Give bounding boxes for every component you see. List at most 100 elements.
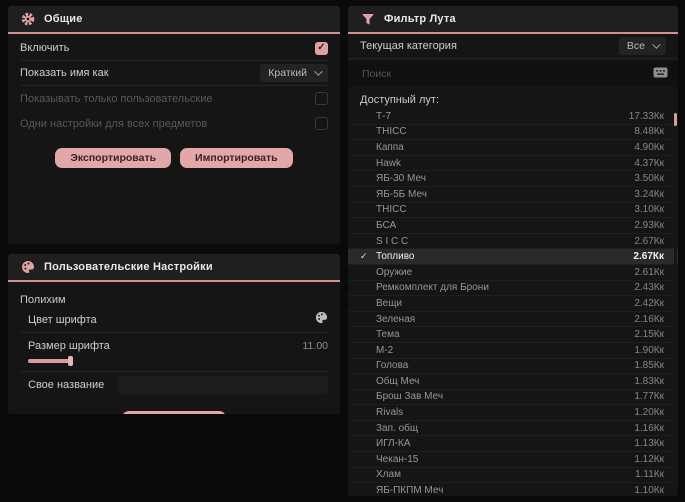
loot-row[interactable]: S I C C 2.67Кк [348, 234, 678, 250]
loot-list: Т-7 17.33Кк THICC 8.48Кк Каппа 4.90Кк Ha… [348, 109, 678, 496]
loot-row[interactable]: Тема 2.15Кк [348, 327, 678, 343]
loot-item-name: Топливо [376, 251, 415, 263]
loot-row[interactable]: Hawk 4.37Кк [348, 156, 678, 172]
loot-row[interactable]: БСА 2.93Кк [348, 218, 678, 234]
enable-checkbox[interactable]: ✓ [315, 41, 328, 55]
loot-item-name: Хлам [376, 469, 401, 481]
same-settings-checkbox [315, 117, 328, 130]
loot-row[interactable]: ✓ Топливо 2.67Кк [348, 249, 678, 265]
loot-item-value: 4.90Кк [634, 141, 664, 153]
loot-row[interactable]: Ремкомплект для Брони 2.43Кк [348, 281, 678, 297]
loot-filter-header: Фильтр Лута [348, 6, 678, 34]
loot-row[interactable]: Каппа 4.90Кк [348, 140, 678, 156]
search-input[interactable] [362, 68, 653, 80]
scrollbar-thumb[interactable] [674, 113, 677, 126]
available-loot-label: Доступный лут: [360, 94, 440, 106]
loot-item-value: 3.24Кк [634, 188, 664, 200]
delete-button[interactable]: Удалить [122, 411, 226, 414]
loot-row[interactable]: Вещи 2.42Кк [348, 296, 678, 312]
loot-row[interactable]: Чекан-15 1.12Кк [348, 452, 678, 468]
category-dropdown[interactable]: Все [618, 37, 666, 55]
font-color-row: Цвет шрифта [20, 308, 328, 333]
slider-handle[interactable] [68, 356, 73, 366]
loot-row[interactable]: Оружие 2.61Кк [348, 265, 678, 281]
loot-item-value: 1.83Кк [634, 375, 664, 387]
loot-item-value: 1.77Кк [634, 391, 664, 403]
same-settings-label: Одни настройки для всех предметов [20, 117, 208, 130]
loot-row[interactable]: Т-7 17.33Кк [348, 109, 678, 125]
loot-row[interactable]: ЯБ-30 Меч 3.50Кк [348, 171, 678, 187]
loot-item-name: Вещи [376, 297, 403, 309]
loot-item-value: 2.93Кк [634, 219, 664, 231]
same-settings-row: Одни настройки для всех предметов [20, 111, 328, 136]
loot-row[interactable]: Rivals 1.20Кк [348, 405, 678, 421]
only-custom-label: Показывать только пользовательские [20, 92, 213, 105]
loot-row[interactable]: Зеленая 2.16Кк [348, 312, 678, 328]
loot-item-name: ЯБ-30 Меч [376, 173, 426, 185]
font-size-slider[interactable] [28, 356, 328, 366]
loot-item-name: Rivals [376, 407, 404, 419]
loot-item-value: 1.10Кк [634, 485, 664, 496]
keyboard-icon[interactable] [653, 65, 668, 83]
custom-settings-panel: Пользовательские Настройки Полихим Цвет … [8, 254, 340, 414]
loot-item-name: Общ Меч [376, 375, 420, 387]
name-display-dropdown-value: Краткий [268, 67, 307, 79]
loot-item-value: 2.67Кк [634, 235, 664, 247]
category-label: Текущая категория [360, 40, 457, 52]
loot-row[interactable]: THICC 8.48Кк [348, 125, 678, 141]
enable-label: Включить [20, 42, 70, 54]
custom-settings-title: Пользовательские Настройки [44, 261, 213, 273]
loot-item-value: 2.15Кк [634, 329, 664, 341]
loot-item-value: 1.90Кк [634, 344, 664, 356]
loot-item-name: Зеленая [376, 313, 416, 325]
check-icon: ✓ [360, 251, 368, 262]
name-display-dropdown[interactable]: Краткий [260, 64, 328, 82]
edited-item-name: Полихим [20, 294, 66, 306]
import-button[interactable]: Импортировать [180, 148, 293, 168]
loot-row[interactable]: Общ Меч 1.83Кк [348, 374, 678, 390]
loot-row[interactable]: ЯБ-ПКПМ Меч 1.10Кк [348, 483, 678, 496]
loot-row[interactable]: М-2 1.90Кк [348, 343, 678, 359]
loot-row[interactable]: ИГЛ-КА 1.13Кк [348, 436, 678, 453]
loot-item-name: Каппа [376, 141, 404, 153]
loot-item-name: THICC [376, 204, 407, 216]
loot-item-value: 1.85Кк [634, 360, 664, 372]
loot-item-value: 2.16Кк [634, 313, 664, 325]
loot-item-value: 8.48Кк [634, 126, 664, 138]
loot-row[interactable]: Хлам 1.11Кк [348, 468, 678, 484]
font-color-label: Цвет шрифта [28, 314, 97, 326]
loot-item-name: ЯБ-5Б Меч [376, 188, 427, 200]
search-row [348, 61, 678, 87]
loot-item-value: 2.61Кк [634, 266, 664, 278]
loot-row[interactable]: THICC 3.10Кк [348, 203, 678, 219]
loot-row[interactable]: Брош Зав Меч 1.77Кк [348, 390, 678, 406]
loot-item-value: 17.33Кк [628, 110, 664, 122]
loot-filter-title: Фильтр Лута [384, 13, 456, 25]
loot-item-value: 1.12Кк [634, 453, 664, 465]
loot-item-name: S I C C [376, 235, 409, 247]
loot-filter-panel: Фильтр Лута Текущая категория Все Досту [348, 6, 678, 496]
loot-item-name: Оружие [376, 266, 413, 278]
font-size-row: Размер шрифта 11.00 [20, 333, 328, 372]
loot-item-value: 1.16Кк [634, 422, 664, 434]
custom-name-input[interactable] [118, 375, 328, 394]
loot-item-name: Чекан-15 [376, 453, 419, 465]
loot-row[interactable]: Зап. общ 1.16Кк [348, 421, 678, 437]
enable-row: Включить ✓ [20, 36, 328, 61]
loot-row[interactable]: Голова 1.85Кк [348, 359, 678, 375]
funnel-icon [361, 12, 375, 26]
loot-row[interactable]: ЯБ-5Б Меч 3.24Кк [348, 187, 678, 203]
loot-item-name: Брош Зав Меч [376, 391, 444, 403]
gear-icon [21, 12, 35, 26]
custom-settings-header: Пользовательские Настройки [8, 254, 340, 282]
category-dropdown-value: Все [626, 40, 645, 52]
loot-item-value: 4.37Кк [634, 157, 664, 169]
loot-list-scrollbar[interactable] [674, 111, 677, 491]
color-palette-icon[interactable] [315, 311, 328, 329]
loot-item-value: 2.43Кк [634, 282, 664, 294]
chevron-down-icon [652, 40, 661, 49]
loot-item-value: 3.10Кк [634, 204, 664, 216]
export-button[interactable]: Экспортировать [55, 148, 172, 168]
only-custom-checkbox [315, 92, 328, 105]
palette-settings-icon [21, 260, 35, 274]
